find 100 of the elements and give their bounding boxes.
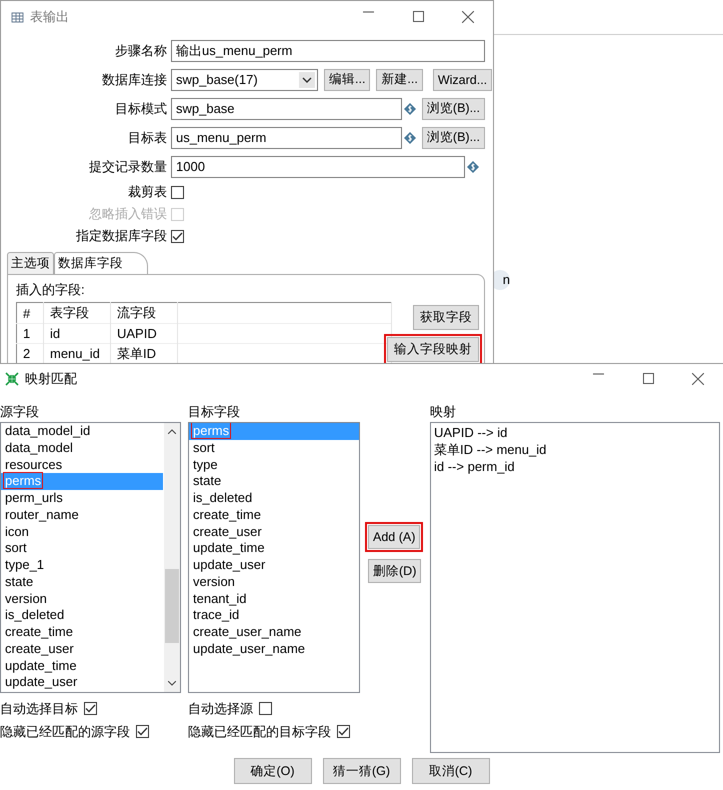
- list-item[interactable]: update_user_name: [189, 640, 359, 658]
- close-icon[interactable]: [462, 11, 474, 23]
- table-cell: 1: [16, 324, 44, 344]
- caret-icon: [299, 72, 315, 88]
- list-item[interactable]: resources: [1, 456, 163, 474]
- list-item[interactable]: update_time: [1, 658, 163, 674]
- list-item[interactable]: data_model: [1, 440, 163, 456]
- list-item[interactable]: state: [189, 473, 359, 490]
- text-field[interactable]: us_menu_perm: [171, 126, 402, 148]
- list-item[interactable]: update_user: [1, 674, 163, 691]
- field-label: 数据库连接: [101, 70, 168, 88]
- field-list[interactable]: perms sort type state is_deleted create_time create_user update_time update_user version tenant_id trace_id create_user_name update_user_name: [188, 422, 360, 693]
- list-item[interactable]: update_user: [189, 557, 359, 574]
- item-text: version: [4, 590, 48, 606]
- item-text: create_time: [4, 624, 74, 639]
- checkbox[interactable]: [171, 230, 184, 242]
- list-item[interactable]: icon: [1, 524, 163, 540]
- scroll-thumb[interactable]: [165, 569, 179, 643]
- list-item[interactable]: is_deleted: [189, 490, 359, 507]
- scroll-down-icon[interactable]: [168, 681, 176, 686]
- connection-dropdown[interactable]: swp_base(17): [171, 68, 318, 90]
- list-item[interactable]: router_name: [1, 506, 163, 524]
- text-field[interactable]: 1000: [171, 156, 465, 178]
- field-button[interactable]: 输入字段映射: [387, 337, 479, 362]
- close-icon[interactable]: [692, 373, 704, 385]
- list-item[interactable]: create_time: [189, 506, 359, 524]
- list-item[interactable]: update_time: [189, 540, 359, 557]
- connection-button[interactable]: 新建...: [376, 68, 423, 90]
- text-field[interactable]: swp_base: [171, 98, 402, 120]
- item-text: sort: [192, 440, 216, 455]
- list-item[interactable]: create_user: [1, 640, 163, 658]
- item-text: type: [192, 456, 219, 472]
- item-text: state: [192, 473, 222, 488]
- list-item[interactable]: create_user: [189, 524, 359, 540]
- item-text: create_user_name: [192, 624, 302, 639]
- dialog-button[interactable]: 确定(O): [234, 758, 312, 784]
- mapping-button[interactable]: 删除(D): [368, 559, 422, 583]
- list-item[interactable]: tenant_id: [189, 590, 359, 608]
- connection-button[interactable]: Wizard...: [432, 68, 492, 90]
- list-item[interactable]: trace_id: [189, 607, 359, 624]
- list-label: 目标字段: [188, 403, 240, 421]
- tab[interactable]: 数据库字段: [54, 252, 148, 274]
- dialog-button[interactable]: 取消(C): [412, 758, 490, 784]
- list-label: 源字段: [0, 403, 39, 421]
- list-label: 映射: [430, 403, 456, 421]
- mapping-list[interactable]: UAPID --> id 菜单ID --> menu_id id --> perm_id: [430, 422, 720, 753]
- mapping-button[interactable]: Add (A): [368, 525, 420, 549]
- checkbox[interactable]: [171, 186, 184, 198]
- browse-button[interactable]: 浏览(B)...: [422, 98, 485, 120]
- maximize-icon[interactable]: [412, 11, 424, 22]
- list-item[interactable]: is_deleted: [1, 607, 163, 624]
- browse-button[interactable]: 浏览(B)...: [422, 126, 485, 148]
- list-item[interactable]: sort: [189, 440, 359, 456]
- item-text: is_deleted: [4, 607, 66, 622]
- scroll-up-icon[interactable]: [168, 429, 176, 434]
- column-header[interactable]: 表字段: [44, 302, 110, 324]
- item-text: version: [192, 574, 236, 589]
- field-button[interactable]: 获取字段: [413, 305, 479, 330]
- list-item[interactable]: create_user_name: [189, 624, 359, 641]
- tab[interactable]: 主选项: [7, 252, 54, 274]
- column-header[interactable]: #: [16, 302, 44, 324]
- minimize-icon[interactable]: [592, 373, 604, 375]
- dialog-button[interactable]: 猜一猜(G): [322, 758, 400, 784]
- list-item[interactable]: type_1: [1, 557, 163, 574]
- connection-button[interactable]: 编辑...: [324, 68, 370, 90]
- highlight-box: perms: [4, 473, 42, 488]
- minimize-icon[interactable]: [362, 11, 374, 13]
- item-text: data_model: [4, 440, 74, 455]
- maximize-icon[interactable]: [642, 373, 654, 384]
- field-list[interactable]: data_model_id data_model resources perms perm_urls router_name icon sort type_1 state version is_deleted create_time create_user update_time update_user: [0, 422, 181, 693]
- checkbox[interactable]: [84, 702, 97, 715]
- item-text: type_1: [4, 557, 46, 572]
- item-text: update_user_name: [192, 640, 306, 656]
- list-item[interactable]: version: [189, 574, 359, 590]
- checkbox-label: 忽略插入错误: [88, 205, 168, 223]
- column-header[interactable]: 流字段: [110, 302, 178, 324]
- list-item[interactable]: type: [189, 456, 359, 474]
- mapping-item[interactable]: id --> perm_id: [431, 458, 719, 476]
- list-item[interactable]: perm_urls: [1, 490, 163, 507]
- list-item[interactable]: data_model_id: [1, 423, 163, 440]
- checkbox-label: 指定数据库字段: [75, 227, 168, 245]
- checkbox[interactable]: [136, 725, 149, 738]
- item-text: create_user: [4, 640, 75, 656]
- field-label: 步骤名称: [114, 42, 168, 60]
- list-item[interactable]: state: [1, 574, 163, 590]
- item-text: perm_urls: [4, 490, 64, 505]
- text-field[interactable]: 输出us_menu_perm: [171, 40, 485, 62]
- scrollbar[interactable]: [164, 423, 180, 692]
- list-item[interactable]: version: [1, 590, 163, 608]
- item-text: data_model_id: [4, 423, 92, 438]
- merge-arrows-icon: [5, 372, 19, 386]
- checkbox[interactable]: [337, 725, 350, 738]
- item-text: update_time: [4, 658, 78, 672]
- mapping-item[interactable]: UAPID --> id: [431, 425, 719, 442]
- list-item[interactable]: sort: [1, 540, 163, 557]
- checkbox[interactable]: [259, 702, 272, 715]
- mapping-item[interactable]: 菜单ID --> menu_id: [431, 442, 719, 458]
- list-item[interactable]: create_time: [1, 624, 163, 641]
- checkbox-label: 自动选择目标: [0, 700, 78, 718]
- checkbox-label: 隐藏已经匹配的源字段: [0, 722, 130, 740]
